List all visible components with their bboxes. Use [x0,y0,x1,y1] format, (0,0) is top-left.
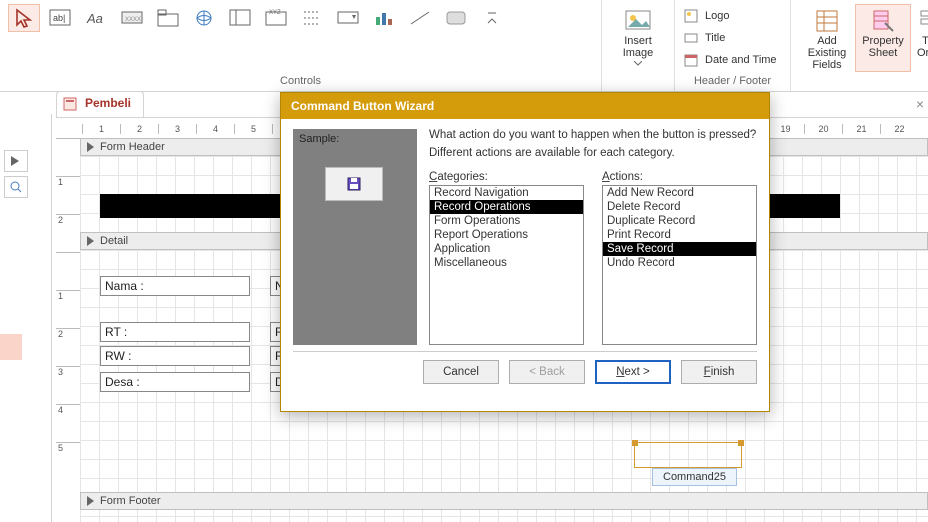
wizard-sample-panel: Sample: [293,129,417,345]
line-icon[interactable] [404,4,436,32]
rw-label[interactable]: RW : [100,346,250,366]
wizard-question: What action do you want to happen when t… [429,129,757,141]
action-option[interactable]: Duplicate Record [603,214,756,228]
combo-icon[interactable] [332,4,364,32]
tab-control-icon[interactable] [152,4,184,32]
action-option[interactable]: Delete Record [603,200,756,214]
section-arrow-icon [87,236,94,246]
ribbon: ab| Aa XXXX XYZ Controls Insert Image Lo… [0,0,928,92]
cancel-button[interactable]: Cancel [423,360,499,384]
property-sheet-button[interactable]: Property Sheet [855,4,911,72]
finish-button[interactable]: Finish [681,360,757,384]
button-icon[interactable]: XXXX [116,4,148,32]
calendar-icon [683,52,699,68]
categories-label: Categories: [429,171,584,183]
more-icon[interactable] [476,4,508,32]
navigation-icon[interactable] [224,4,256,32]
categories-listbox[interactable]: Record NavigationRecord OperationsForm O… [429,185,584,345]
category-option[interactable]: Application [430,242,583,256]
search-icon[interactable] [4,176,28,198]
expand-nav-icon[interactable] [4,150,28,172]
nav-accent [0,334,22,360]
category-option[interactable]: Form Operations [430,214,583,228]
chevron-down-icon [634,61,642,66]
nama-label[interactable]: Nama : [100,276,250,296]
svg-text:ab|: ab| [53,13,65,23]
title-button[interactable]: Title [683,28,782,48]
category-option[interactable]: Record Operations [430,200,583,214]
save-disk-icon [346,176,362,192]
tab-pembeli[interactable]: Pembeli [56,91,144,117]
rt-label[interactable]: RT : [100,322,250,342]
svg-text:XXXX: XXXX [125,17,141,23]
section-form-footer[interactable]: Form Footer [80,492,928,510]
selected-command-button[interactable] [634,442,742,468]
select-tool-icon[interactable] [8,4,40,32]
chart-icon[interactable] [368,4,400,32]
category-option[interactable]: Record Navigation [430,186,583,200]
svg-text:Aa: Aa [86,11,103,26]
ruler-vertical: 1212345 [56,138,80,522]
close-icon[interactable]: × [916,96,924,112]
actions-label: Actions: [602,171,757,183]
category-option[interactable]: Report Operations [430,228,583,242]
action-option[interactable]: Undo Record [603,256,756,270]
actions-listbox[interactable]: Add New RecordDelete RecordDuplicate Rec… [602,185,757,345]
headerfooter-group-label: Header / Footer [683,75,782,89]
category-option[interactable]: Miscellaneous [430,256,583,270]
option-group-icon[interactable]: XYZ [260,4,292,32]
sample-button-preview [325,167,383,201]
svg-text:XYZ: XYZ [269,10,281,16]
controls-gallery[interactable]: ab| Aa XXXX XYZ [8,4,593,68]
wizard-title: Command Button Wizard [281,93,769,119]
command-button-wizard: Command Button Wizard Sample: What actio… [280,92,770,412]
action-option[interactable]: Print Record [603,228,756,242]
datetime-button[interactable]: Date and Time [683,50,782,70]
add-existing-fields-button[interactable]: Add Existing Fields [799,4,855,72]
hyperlink-icon[interactable] [188,4,220,32]
action-option[interactable]: Save Record [603,242,756,256]
next-button[interactable]: Next > [595,360,671,384]
logo-icon [683,8,699,24]
label-icon[interactable]: Aa [80,4,112,32]
toggle-icon[interactable] [440,4,472,32]
section-arrow-icon [87,142,94,152]
pagebreak-icon[interactable] [296,4,328,32]
textbox-icon[interactable]: ab| [44,4,76,32]
selection-name-tooltip: Command25 [652,468,737,486]
form-icon [63,97,77,114]
tab-order-button[interactable]: Tab Order [911,4,928,72]
wizard-subtext: Different actions are available for each… [429,147,757,159]
desa-label[interactable]: Desa : [100,372,250,392]
back-button: < Back [509,360,585,384]
title-icon [683,30,699,46]
action-option[interactable]: Add New Record [603,186,756,200]
logo-button[interactable]: Logo [683,6,782,26]
insert-image-button[interactable]: Insert Image [610,4,666,67]
controls-group-label: Controls [8,75,593,89]
section-arrow-icon [87,496,94,506]
navigation-pane-collapsed[interactable] [0,114,52,522]
